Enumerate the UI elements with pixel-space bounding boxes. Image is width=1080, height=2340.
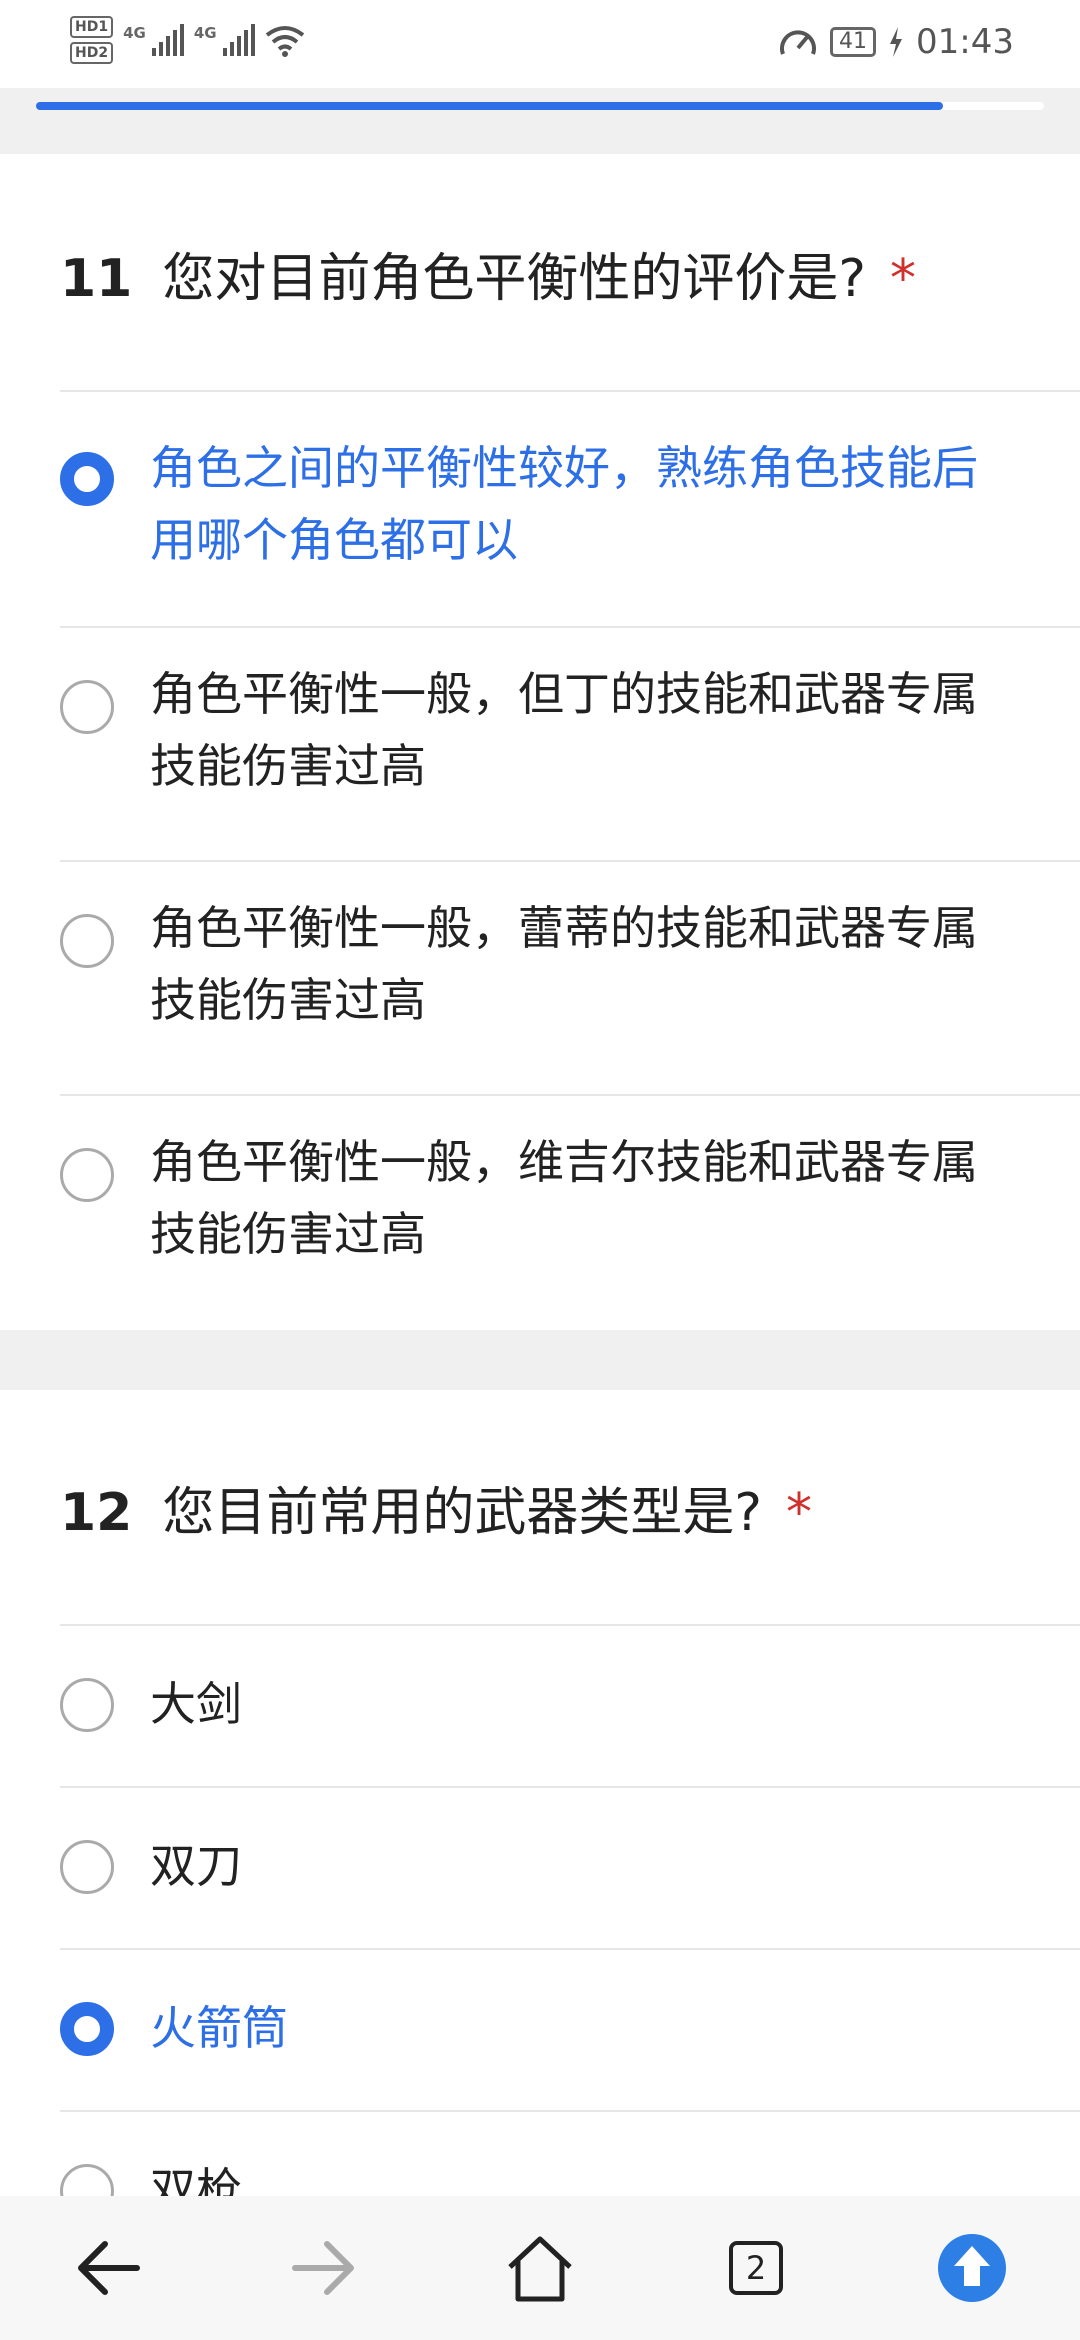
hd1-badge: HD1 bbox=[70, 16, 114, 38]
radio-unselected[interactable] bbox=[60, 1840, 114, 1894]
question-card-12: 12 您目前常用的武器类型是? * 大剑 双刀 火箭筒 双枪 bbox=[0, 1390, 1080, 2218]
radio-unselected[interactable] bbox=[60, 1148, 114, 1202]
option-label: 角色平衡性一般，维吉尔技能和武器专属技能伤害过高 bbox=[150, 1135, 978, 1261]
progress-track bbox=[36, 102, 1044, 110]
radio-unselected[interactable] bbox=[60, 680, 114, 734]
section-gap bbox=[0, 1330, 1080, 1390]
option-label: 双刀 bbox=[150, 1839, 242, 1893]
back-button[interactable] bbox=[60, 2220, 156, 2316]
hd-indicators: HD1 HD2 bbox=[70, 16, 114, 64]
option-label: 大剑 bbox=[150, 1677, 242, 1731]
network-type-2: 4G bbox=[193, 24, 217, 42]
home-icon bbox=[508, 2236, 572, 2302]
option-label: 角色平衡性一般，蕾蒂的技能和武器专属技能伤害过高 bbox=[150, 901, 978, 1027]
tabs-button[interactable]: 2 bbox=[708, 2220, 804, 2316]
option-row[interactable]: 角色之间的平衡性较好，熟练角色技能后用哪个角色都可以 bbox=[0, 392, 1080, 624]
radio-selected[interactable] bbox=[60, 2002, 114, 2056]
radio-unselected[interactable] bbox=[60, 1678, 114, 1732]
option-row[interactable]: 火箭筒 bbox=[0, 1950, 1080, 2110]
required-marker: * bbox=[785, 1483, 812, 1543]
browser-nav-bar: 2 bbox=[0, 2196, 1080, 2340]
battery-indicator: 41 bbox=[830, 27, 877, 57]
arrow-up-circle-icon bbox=[938, 2234, 1006, 2302]
question-number: 11 bbox=[60, 249, 133, 309]
option-row[interactable]: 双刀 bbox=[0, 1788, 1080, 1948]
required-marker: * bbox=[889, 249, 916, 309]
question-title: 11 您对目前角色平衡性的评价是? * bbox=[60, 236, 916, 311]
question-text: 您对目前角色平衡性的评价是? bbox=[162, 249, 866, 309]
question-card-11: 11 您对目前角色平衡性的评价是? * 角色之间的平衡性较好，熟练角色技能后用哪个角… bbox=[0, 154, 1080, 1330]
option-label: 火箭筒 bbox=[150, 2001, 288, 2055]
question-text: 您目前常用的武器类型是? bbox=[162, 1483, 762, 1543]
status-bar: HD1 HD2 4G 4G 41 01:43 bbox=[0, 0, 1080, 88]
progress-area bbox=[0, 88, 1080, 154]
tabs-count: 2 bbox=[745, 2249, 767, 2287]
clock: 01:43 bbox=[916, 22, 1014, 62]
tabs-count-icon: 2 bbox=[729, 2241, 783, 2295]
hd2-badge: HD2 bbox=[70, 42, 114, 64]
arrow-left-icon bbox=[78, 2241, 140, 2295]
network-type-1: 4G bbox=[123, 24, 146, 42]
forward-button[interactable] bbox=[276, 2220, 372, 2316]
scroll-top-button[interactable] bbox=[924, 2220, 1020, 2316]
progress-fill bbox=[36, 102, 944, 110]
question-number: 12 bbox=[60, 1483, 133, 1543]
signal-1-icon: 4G bbox=[123, 24, 184, 56]
signal-2-icon: 4G bbox=[194, 24, 255, 56]
option-row[interactable]: 角色平衡性一般，维吉尔技能和武器专属技能伤害过高 bbox=[0, 1096, 1080, 1328]
option-label: 角色之间的平衡性较好，熟练角色技能后用哪个角色都可以 bbox=[150, 441, 978, 567]
option-label: 角色平衡性一般，但丁的技能和武器专属技能伤害过高 bbox=[150, 667, 978, 793]
radio-selected[interactable] bbox=[60, 452, 114, 506]
speedometer-icon bbox=[780, 30, 816, 55]
arrow-right-icon bbox=[292, 2241, 354, 2295]
option-row[interactable]: 大剑 bbox=[0, 1626, 1080, 1786]
question-title: 12 您目前常用的武器类型是? * bbox=[60, 1470, 812, 1545]
option-row[interactable]: 角色平衡性一般，但丁的技能和武器专属技能伤害过高 bbox=[0, 628, 1080, 860]
charging-icon bbox=[890, 27, 903, 57]
wifi-icon bbox=[265, 26, 304, 57]
radio-unselected[interactable] bbox=[60, 914, 114, 968]
home-button[interactable] bbox=[492, 2220, 588, 2316]
option-row[interactable]: 角色平衡性一般，蕾蒂的技能和武器专属技能伤害过高 bbox=[0, 862, 1080, 1094]
